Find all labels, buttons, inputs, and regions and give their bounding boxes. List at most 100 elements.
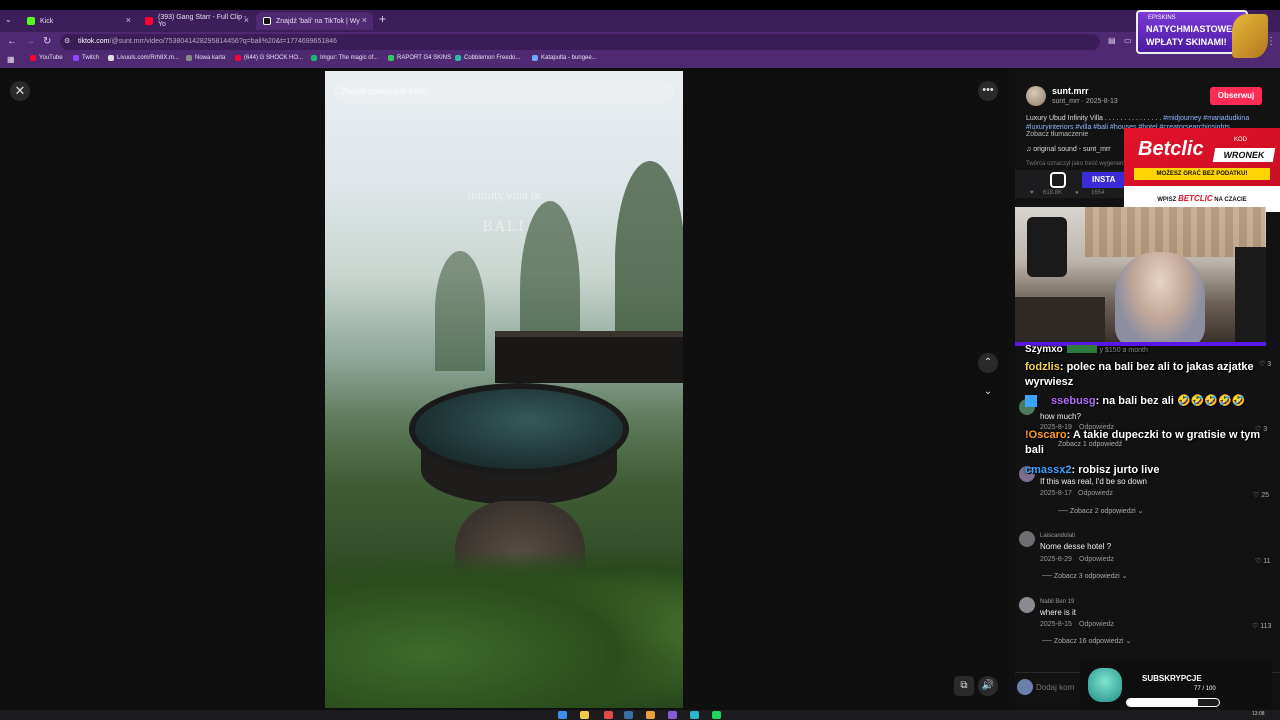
bookmark-twitch[interactable]: Twitch <box>73 55 99 61</box>
bookmark-katapulta[interactable]: Katapulta - bungee... <box>532 55 597 61</box>
gaming-chair <box>1235 247 1266 343</box>
bookmark-label: RAPORT G4 SKINS <box>397 55 452 61</box>
translate-icon[interactable]: ▤ <box>1108 36 1116 45</box>
tab-youtube[interactable]: (393) Gang Starr - Full Clip - Yo × <box>138 12 255 30</box>
pip-icon[interactable]: ⧉ <box>954 676 974 696</box>
video-caption-title: Infinity villa in <box>467 191 541 202</box>
chat-username: !Oscaro <box>1025 429 1067 441</box>
ad-code: WRONEK <box>1212 148 1276 162</box>
edge-icon[interactable] <box>690 711 699 719</box>
tab-label: Kick <box>40 17 54 25</box>
reload-icon[interactable]: ↻ <box>43 36 51 47</box>
bookmark-youtube[interactable]: YouTube <box>30 55 63 61</box>
follow-button[interactable]: Obserwuj <box>1210 87 1262 105</box>
video-caption-subtitle: BALI <box>482 219 526 235</box>
youtube-icon <box>235 55 241 61</box>
cast-icon[interactable]: ▭ <box>1124 36 1132 45</box>
comment-text: If this was real, I'd be so down <box>1040 477 1147 486</box>
comment-likes[interactable]: ♡ 11 <box>1255 557 1271 565</box>
author-meta: sunt_mrr · 2025-8-13 <box>1052 98 1118 105</box>
tab-search-icon[interactable]: ⌄ <box>5 15 12 24</box>
view-replies[interactable]: ── Zobacz 16 odpowiedzi ⌄ <box>1042 637 1131 645</box>
comment-likes[interactable]: ♡ 113 <box>1252 622 1271 630</box>
tab-tiktok[interactable]: Znajdź 'bali' na TikTok | Wy × <box>256 12 373 30</box>
streamer-webcam <box>1015 207 1266 343</box>
bookmark-label: Imgur: The magic of... <box>320 55 379 61</box>
reply-link[interactable]: Odpowiedz <box>1079 556 1114 563</box>
couch <box>1015 297 1105 343</box>
volume-icon[interactable]: 🔊 <box>978 676 998 696</box>
video-player[interactable]: Infinity villa in BALI <box>325 71 683 708</box>
comment-likes[interactable]: ♡ 25 <box>1253 491 1269 499</box>
related-search-input[interactable]: Znajdź powiązane treści ⌕ <box>333 81 674 103</box>
betclic-ad[interactable]: Betclic KOD WRONEK MOŻESZ GRAĆ BEZ PODAT… <box>1124 128 1280 212</box>
bookmark-gshock[interactable]: (644) G SHOCK HO... <box>235 55 303 61</box>
instagram-button[interactable]: INSTA <box>1082 172 1127 188</box>
more-options-icon[interactable]: ••• <box>978 81 998 101</box>
comment-avatar[interactable] <box>1019 597 1035 613</box>
back-icon[interactable]: ← <box>7 36 17 47</box>
villa-house <box>495 331 683 383</box>
author-avatar[interactable] <box>1026 86 1046 106</box>
view-replies[interactable]: ── Zobacz 3 odpowiedzi ⌄ <box>1042 572 1127 580</box>
imgur-icon <box>311 55 317 61</box>
page-icon <box>186 55 192 61</box>
microphone <box>1027 217 1067 277</box>
like-count: 3 <box>1267 361 1272 368</box>
bookmark-new-tab[interactable]: Nowa karta <box>186 55 225 61</box>
ad-code-label: KOD <box>1234 137 1248 143</box>
url-field[interactable]: tiktok.com/@sunt.mrr/video/7538041428295… <box>60 34 1100 50</box>
system-clock: 13:08 <box>1252 711 1265 717</box>
hashtags-line-1[interactable]: #midjourney #mariadudkina <box>1163 115 1249 122</box>
comment-date: 2025-8-29 <box>1040 556 1072 563</box>
next-video-icon[interactable]: ⌄ <box>978 382 998 402</box>
chat-message: !Oscaro: A takie dupeczki to w gratisie … <box>1025 428 1265 458</box>
bookmark-livuuls[interactable]: Livuuls.com/Rrh8X.m... <box>108 55 179 61</box>
previous-video-icon[interactable]: ⌃ <box>978 353 998 373</box>
bookmark-cobblemon[interactable]: Cobblemon Freedo... <box>455 55 520 61</box>
globe-icon <box>455 55 461 61</box>
chrome-icon[interactable] <box>646 711 655 719</box>
instagram-icon[interactable] <box>1050 172 1066 188</box>
ad-promo-text: MOŻESZ GRAĆ BEZ PODATKU! <box>1134 168 1270 180</box>
search-icon[interactable]: ⌕ <box>660 81 666 103</box>
my-avatar <box>1017 679 1033 695</box>
comment-avatar[interactable] <box>1019 531 1035 547</box>
close-tab-icon[interactable]: × <box>126 15 131 25</box>
commenter-name[interactable]: Laiscandolati <box>1040 533 1075 539</box>
sub-goal-title: SUBSKRYPCJE <box>1142 674 1202 683</box>
view-replies[interactable]: ── Zobacz 2 odpowiedzi ⌄ <box>1058 507 1143 515</box>
commenter-name[interactable]: Nabil Ben 19 <box>1040 599 1074 605</box>
translate-link[interactable]: Zobacz tłumaczenie <box>1026 131 1088 138</box>
chat-username: ssebusg <box>1051 395 1096 407</box>
app-icon[interactable] <box>668 711 677 719</box>
close-tab-icon[interactable]: × <box>362 15 367 25</box>
bookmark-label: YouTube <box>39 55 63 61</box>
reply-link[interactable]: Odpowiedz <box>1079 621 1114 628</box>
steam-icon[interactable] <box>624 711 633 719</box>
reply-link[interactable]: Odpowiedz <box>1078 490 1113 497</box>
app-icon[interactable] <box>604 711 613 719</box>
forward-icon[interactable]: → <box>25 36 35 47</box>
comment-date: 2025-8-15 <box>1040 621 1072 628</box>
author-name[interactable]: sunt.mrr <box>1052 86 1089 96</box>
like-count: 11 <box>1263 558 1271 565</box>
close-tab-icon[interactable]: × <box>244 15 249 25</box>
bookmark-label: Cobblemon Freedo... <box>464 55 521 61</box>
file-explorer-icon[interactable] <box>580 711 589 719</box>
chat-username: cmassx2 <box>1025 464 1072 476</box>
new-tab-icon[interactable]: + <box>379 12 386 26</box>
spotify-icon[interactable] <box>712 711 721 719</box>
mascot-icon <box>1088 668 1122 702</box>
windows-start-icon[interactable] <box>558 711 567 719</box>
site-info-icon[interactable]: ⚙ <box>64 37 70 45</box>
replies-label: Zobacz 3 odpowiedzi <box>1053 573 1120 580</box>
tab-label: (393) Gang Starr - Full Clip - Yo <box>158 14 247 28</box>
bookmark-imgur[interactable]: Imgur: The magic of... <box>311 55 378 61</box>
badge-icon <box>1025 395 1037 408</box>
bookmark-raport[interactable]: RAPORT G4 SKINS <box>388 55 451 61</box>
tab-kick[interactable]: Kick × <box>20 12 137 30</box>
sound-link[interactable]: ♫ original sound - sunt_mrr <box>1026 146 1111 153</box>
apps-icon[interactable]: ▦ <box>7 55 15 64</box>
close-icon[interactable]: ✕ <box>10 81 30 101</box>
